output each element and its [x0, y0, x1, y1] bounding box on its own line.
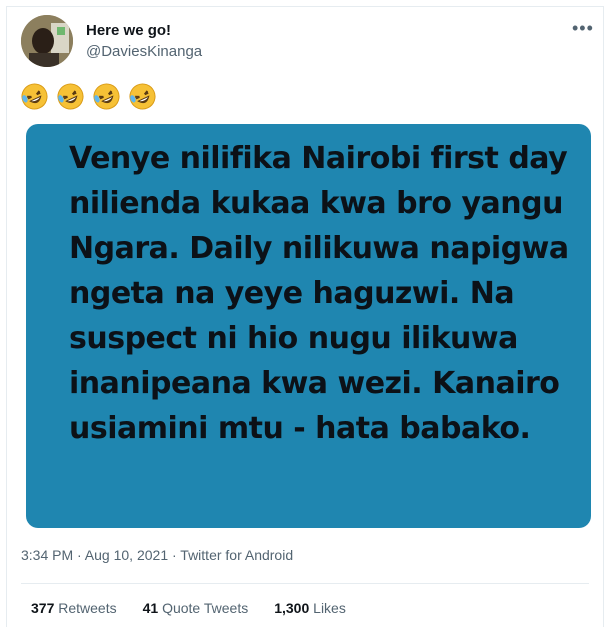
rolling-laughing-emoji-icon — [93, 83, 120, 110]
user-handle[interactable]: @DaviesKinanga — [86, 43, 202, 60]
quote-tweets-stat[interactable]: 41 Quote Tweets — [143, 600, 249, 616]
quote-tweets-count: 41 — [142, 600, 159, 616]
retweets-count: 377 — [31, 600, 55, 616]
tweet-text-emojis — [21, 83, 156, 110]
retweets-label: Retweets — [58, 600, 117, 616]
tweet-timestamp[interactable]: 3:34 PM · Aug 10, 2021 · Twitter for And… — [21, 547, 293, 563]
avatar[interactable] — [21, 15, 73, 67]
more-options-icon[interactable]: ••• — [572, 18, 594, 39]
tweet-image[interactable]: Venye nilifika Nairobi first day niliend… — [26, 124, 591, 528]
display-name[interactable]: Here we go! — [86, 22, 171, 39]
rolling-laughing-emoji-icon — [21, 83, 48, 110]
avatar-photo-icon — [21, 15, 73, 67]
likes-count: 1,300 — [274, 600, 310, 616]
divider — [21, 583, 589, 584]
rolling-laughing-emoji-icon — [57, 83, 84, 110]
retweets-stat[interactable]: 377 Retweets — [31, 600, 117, 616]
quote-tweets-label: Quote Tweets — [162, 600, 249, 616]
rolling-laughing-emoji-icon — [129, 83, 156, 110]
likes-label: Likes — [313, 600, 346, 616]
engagement-stats: 377 Retweets 41 Quote Tweets 1,300 Likes — [31, 600, 346, 616]
image-text: Venye nilifika Nairobi first day niliend… — [69, 141, 569, 446]
likes-stat[interactable]: 1,300 Likes — [274, 600, 346, 616]
